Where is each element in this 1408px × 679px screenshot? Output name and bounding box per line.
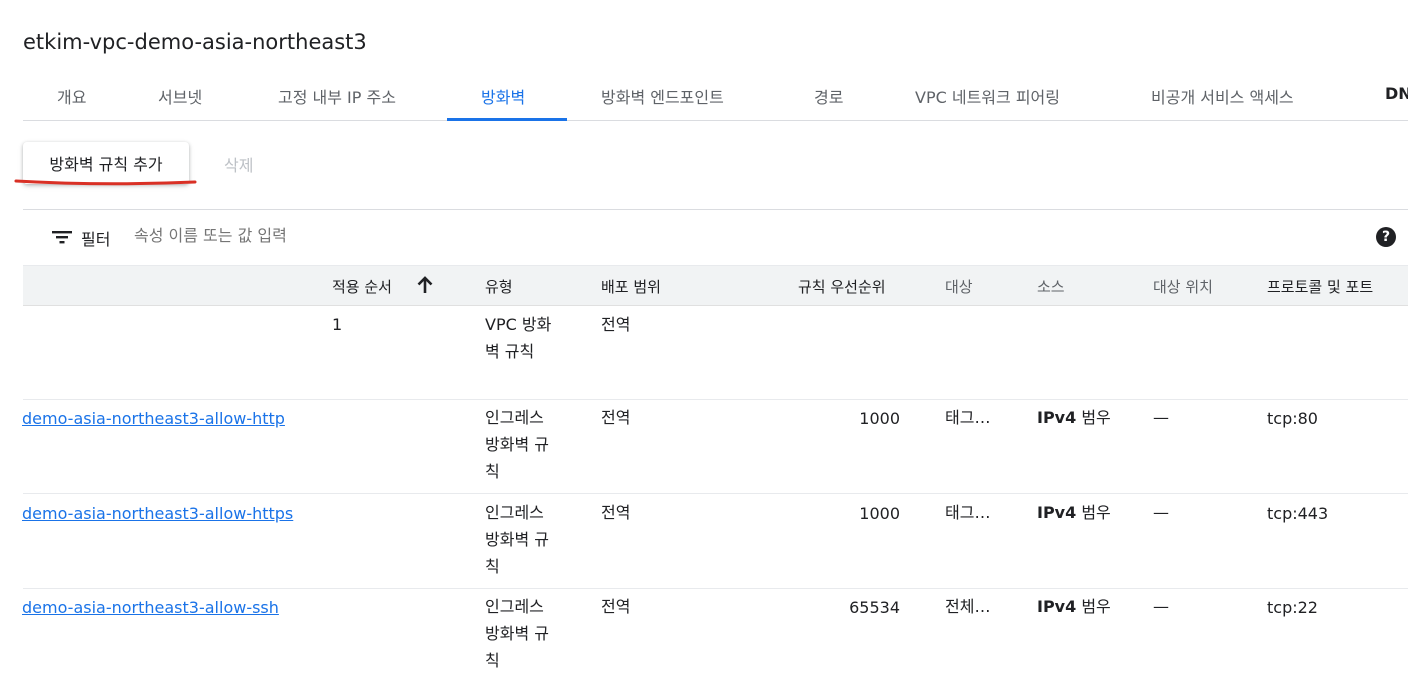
column-header-order[interactable]: 적용 순서 — [332, 276, 392, 297]
filter-icon[interactable] — [51, 227, 73, 247]
cell-source: IPv4 범우 — [1037, 499, 1111, 526]
column-header-type[interactable]: 유형 — [485, 276, 513, 297]
cell-target-location: — — [1153, 408, 1169, 427]
column-header-scope[interactable]: 배포 범위 — [601, 276, 661, 297]
column-header-target[interactable]: 대상 — [945, 276, 973, 297]
cell-target-location: — — [1153, 597, 1169, 616]
tab-firewall[interactable]: 방화벽 — [481, 84, 525, 108]
delete-button[interactable]: 삭제 — [224, 152, 253, 176]
tab-overview[interactable]: 개요 — [57, 84, 86, 108]
page-title: etkim-vpc-demo-asia-northeast3 — [23, 30, 367, 54]
column-header-target-location[interactable]: 대상 위치 — [1153, 276, 1213, 297]
tab-routes[interactable]: 경로 — [814, 84, 843, 108]
cell-type: 인그레스 방화벽 규칙 — [485, 408, 549, 481]
cell-scope: 전역 — [601, 597, 631, 616]
tab-vpc-peering[interactable]: VPC 네트워크 피어링 — [915, 84, 1060, 108]
tab-subnets[interactable]: 서브넷 — [158, 84, 202, 108]
rule-name-link[interactable]: demo-asia-northeast3-allow-ssh — [22, 594, 279, 621]
cell-protocol: tcp:443 — [1267, 504, 1329, 523]
table-row: demo-asia-northeast3-allow-http 인그레스 방화벽… — [22, 400, 1408, 494]
cell-type: 인그레스 방화벽 규칙 — [485, 503, 549, 576]
filter-input[interactable] — [134, 226, 634, 245]
cell-priority: 65534 — [849, 598, 900, 617]
cell-priority: 1000 — [859, 409, 900, 428]
table-row: 1 VPC 방화벽 규칙 전역 — [23, 305, 1408, 400]
tab-static-internal-ip[interactable]: 고정 내부 IP 주소 — [278, 84, 396, 108]
active-tab-indicator — [447, 118, 567, 121]
cell-protocol: tcp:80 — [1267, 409, 1318, 428]
column-header-source[interactable]: 소스 — [1037, 276, 1065, 297]
cell-order: 1 — [332, 315, 343, 334]
arrow-up-icon[interactable] — [416, 275, 434, 295]
cell-source-range: 범우 — [1076, 503, 1111, 522]
cell-scope: 전역 — [601, 315, 631, 334]
cell-target: 태그… — [945, 408, 991, 427]
toolbar-divider — [23, 209, 1408, 210]
cell-source-range: 범우 — [1076, 408, 1111, 427]
cell-scope: 전역 — [601, 408, 631, 427]
rule-name-link[interactable]: demo-asia-northeast3-allow-https — [22, 500, 293, 527]
cell-scope: 전역 — [601, 503, 631, 522]
column-header-protocol[interactable]: 프로토콜 및 포트 — [1267, 276, 1373, 297]
cell-source-type: IPv4 — [1037, 408, 1077, 427]
red-underline-annotation — [14, 179, 197, 186]
cell-source-range: 범우 — [1076, 597, 1111, 616]
cell-target: 전체… — [945, 597, 991, 616]
rule-name-link[interactable]: demo-asia-northeast3-allow-http — [22, 405, 285, 432]
cell-target: 태그… — [945, 503, 991, 522]
cell-type: 인그레스 방화벽 규칙 — [485, 597, 549, 670]
table-row: demo-asia-northeast3-allow-https 인그레스 방화… — [22, 494, 1408, 589]
cell-source-type: IPv4 — [1037, 597, 1077, 616]
table-row: demo-asia-northeast3-allow-ssh 인그레스 방화벽 … — [22, 589, 1408, 679]
cell-protocol: tcp:22 — [1267, 598, 1318, 617]
cell-source-type: IPv4 — [1037, 503, 1077, 522]
tab-bar: 개요 서브넷 고정 내부 IP 주소 방화벽 방화벽 엔드포인트 경로 VPC … — [23, 68, 1408, 121]
table-header: 적용 순서 유형 배포 범위 규칙 우선순위 대상 소스 대상 위치 프로토콜 … — [23, 265, 1408, 306]
help-icon[interactable]: ? — [1376, 227, 1396, 247]
cell-type: VPC 방화벽 규칙 — [485, 315, 552, 361]
cell-source: IPv4 범우 — [1037, 404, 1111, 431]
tab-firewall-endpoints[interactable]: 방화벽 엔드포인트 — [601, 84, 724, 108]
tab-dns[interactable]: DN — [1385, 84, 1408, 103]
cell-priority: 1000 — [859, 504, 900, 523]
column-header-priority[interactable]: 규칙 우선순위 — [798, 276, 886, 297]
cell-source: IPv4 범우 — [1037, 593, 1111, 620]
filter-label: 필터 — [81, 230, 111, 249]
cell-target-location: — — [1153, 503, 1169, 522]
tab-private-service-access[interactable]: 비공개 서비스 액세스 — [1151, 84, 1294, 108]
